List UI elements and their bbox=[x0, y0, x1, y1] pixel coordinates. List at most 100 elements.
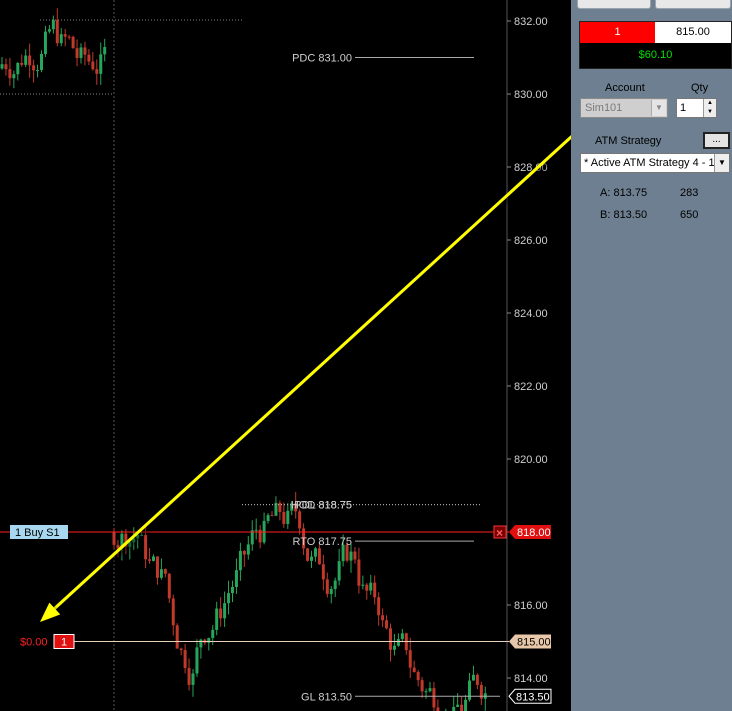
candle-body bbox=[385, 620, 389, 629]
position-pnl-label: $0.00 bbox=[20, 637, 48, 649]
candle-body bbox=[456, 704, 460, 707]
chevron-down-icon[interactable]: ▼ bbox=[651, 100, 666, 116]
candle-body bbox=[0, 64, 4, 69]
candle-body bbox=[460, 704, 464, 711]
candle-body bbox=[87, 54, 91, 62]
candle-body bbox=[152, 556, 155, 561]
price-tick-label: 832.00 bbox=[514, 16, 548, 28]
candle-body bbox=[298, 511, 302, 529]
candle-body bbox=[266, 515, 270, 521]
candle-body bbox=[51, 20, 55, 30]
candle-body bbox=[71, 36, 75, 49]
candle-body bbox=[219, 608, 223, 619]
candle-body bbox=[432, 688, 436, 708]
ask-price: A: 813.75 bbox=[600, 187, 648, 199]
candle-body bbox=[400, 633, 404, 640]
atm-strategy-select[interactable]: * Active ATM Strategy 4 - 1 ▼ bbox=[580, 153, 730, 173]
candle-body bbox=[361, 584, 365, 586]
candle-body bbox=[112, 532, 116, 545]
order-label[interactable]: 1 Buy S1 bbox=[15, 527, 60, 539]
candle-body bbox=[238, 550, 242, 571]
account-select[interactable]: Sim101 ▼ bbox=[580, 98, 668, 118]
candle-body bbox=[191, 673, 195, 685]
candle-body bbox=[242, 550, 246, 555]
candle-body bbox=[91, 61, 95, 70]
candle-body bbox=[329, 589, 333, 594]
candle-body bbox=[8, 69, 12, 79]
candle-body bbox=[171, 598, 175, 626]
candle-body bbox=[234, 570, 238, 587]
price-tick-label: 816.00 bbox=[514, 600, 548, 612]
close-icon-glyph[interactable]: × bbox=[496, 526, 503, 540]
candle-body bbox=[357, 559, 361, 586]
price-tick-label: 824.00 bbox=[514, 308, 548, 320]
candle-body bbox=[353, 551, 357, 560]
account-label: Account bbox=[605, 82, 645, 94]
chevron-down-icon[interactable]: ▼ bbox=[714, 154, 729, 172]
position-line[interactable]: $0.00 1 815.00 bbox=[20, 634, 551, 649]
candle-body bbox=[167, 573, 171, 599]
candle-body bbox=[144, 534, 148, 560]
spinner-arrows-icon[interactable]: ▲ ▼ bbox=[703, 99, 716, 117]
candle-body bbox=[59, 34, 63, 44]
candle-body bbox=[183, 650, 187, 669]
candle-body bbox=[40, 53, 43, 71]
candle-body bbox=[207, 637, 211, 643]
account-value: Sim101 bbox=[585, 102, 623, 114]
level-label-pdl: PDL 818.75 bbox=[294, 500, 352, 512]
candle-body bbox=[317, 548, 321, 565]
candle-body bbox=[321, 564, 325, 580]
bid-size: 650 bbox=[680, 209, 699, 221]
candle-body bbox=[4, 64, 8, 70]
candle-body bbox=[140, 534, 144, 536]
candle-body bbox=[349, 551, 353, 561]
candle-body bbox=[227, 593, 231, 604]
candle-body bbox=[175, 625, 179, 649]
candle-body bbox=[475, 674, 479, 685]
top-button-right[interactable] bbox=[655, 0, 731, 9]
candle-body bbox=[392, 645, 396, 650]
candle-body bbox=[20, 62, 24, 65]
candle-body bbox=[12, 74, 16, 79]
candle-body bbox=[43, 31, 47, 54]
candle-body bbox=[254, 529, 258, 531]
candle-body bbox=[24, 55, 28, 65]
candle-body bbox=[83, 47, 87, 55]
candlestick-series bbox=[0, 8, 487, 711]
last-price-label: 813.50 bbox=[516, 691, 550, 703]
atm-strategy-button[interactable]: ... bbox=[703, 132, 730, 149]
candle-body bbox=[47, 29, 51, 32]
candle-body bbox=[420, 680, 424, 692]
qty-value: 1 bbox=[680, 102, 687, 114]
candle-body bbox=[270, 515, 274, 517]
candle-body bbox=[282, 511, 286, 524]
candle-body bbox=[377, 597, 381, 616]
candle-body bbox=[163, 569, 167, 574]
candle-body bbox=[55, 20, 59, 44]
candle-body bbox=[246, 544, 250, 555]
candle-body bbox=[28, 55, 32, 66]
level-label-rto: RTO 817.75 bbox=[292, 536, 352, 548]
order-line[interactable]: 1 Buy S1 × 818.00 bbox=[0, 525, 551, 540]
qty-stepper[interactable]: 1 ▲ ▼ bbox=[676, 98, 717, 118]
candle-body bbox=[195, 647, 199, 674]
candle-body bbox=[396, 639, 400, 646]
candle-body bbox=[187, 668, 191, 685]
candle-body bbox=[333, 580, 337, 590]
candle-body bbox=[32, 65, 36, 71]
candle-body bbox=[306, 548, 310, 561]
candle-body bbox=[389, 628, 392, 650]
candle-body bbox=[75, 48, 79, 58]
candle-body bbox=[381, 615, 385, 621]
candle-body bbox=[452, 706, 456, 711]
candle-body bbox=[464, 699, 468, 711]
candle-body bbox=[313, 548, 317, 557]
candle-body bbox=[79, 47, 83, 58]
candle-body bbox=[231, 586, 234, 594]
candle-body bbox=[424, 691, 428, 693]
position-qty-label[interactable]: 1 bbox=[61, 637, 67, 649]
top-button-left[interactable] bbox=[577, 0, 651, 9]
candle-body bbox=[471, 674, 475, 681]
candle-body bbox=[436, 707, 440, 711]
position-qty: 1 bbox=[580, 22, 655, 43]
